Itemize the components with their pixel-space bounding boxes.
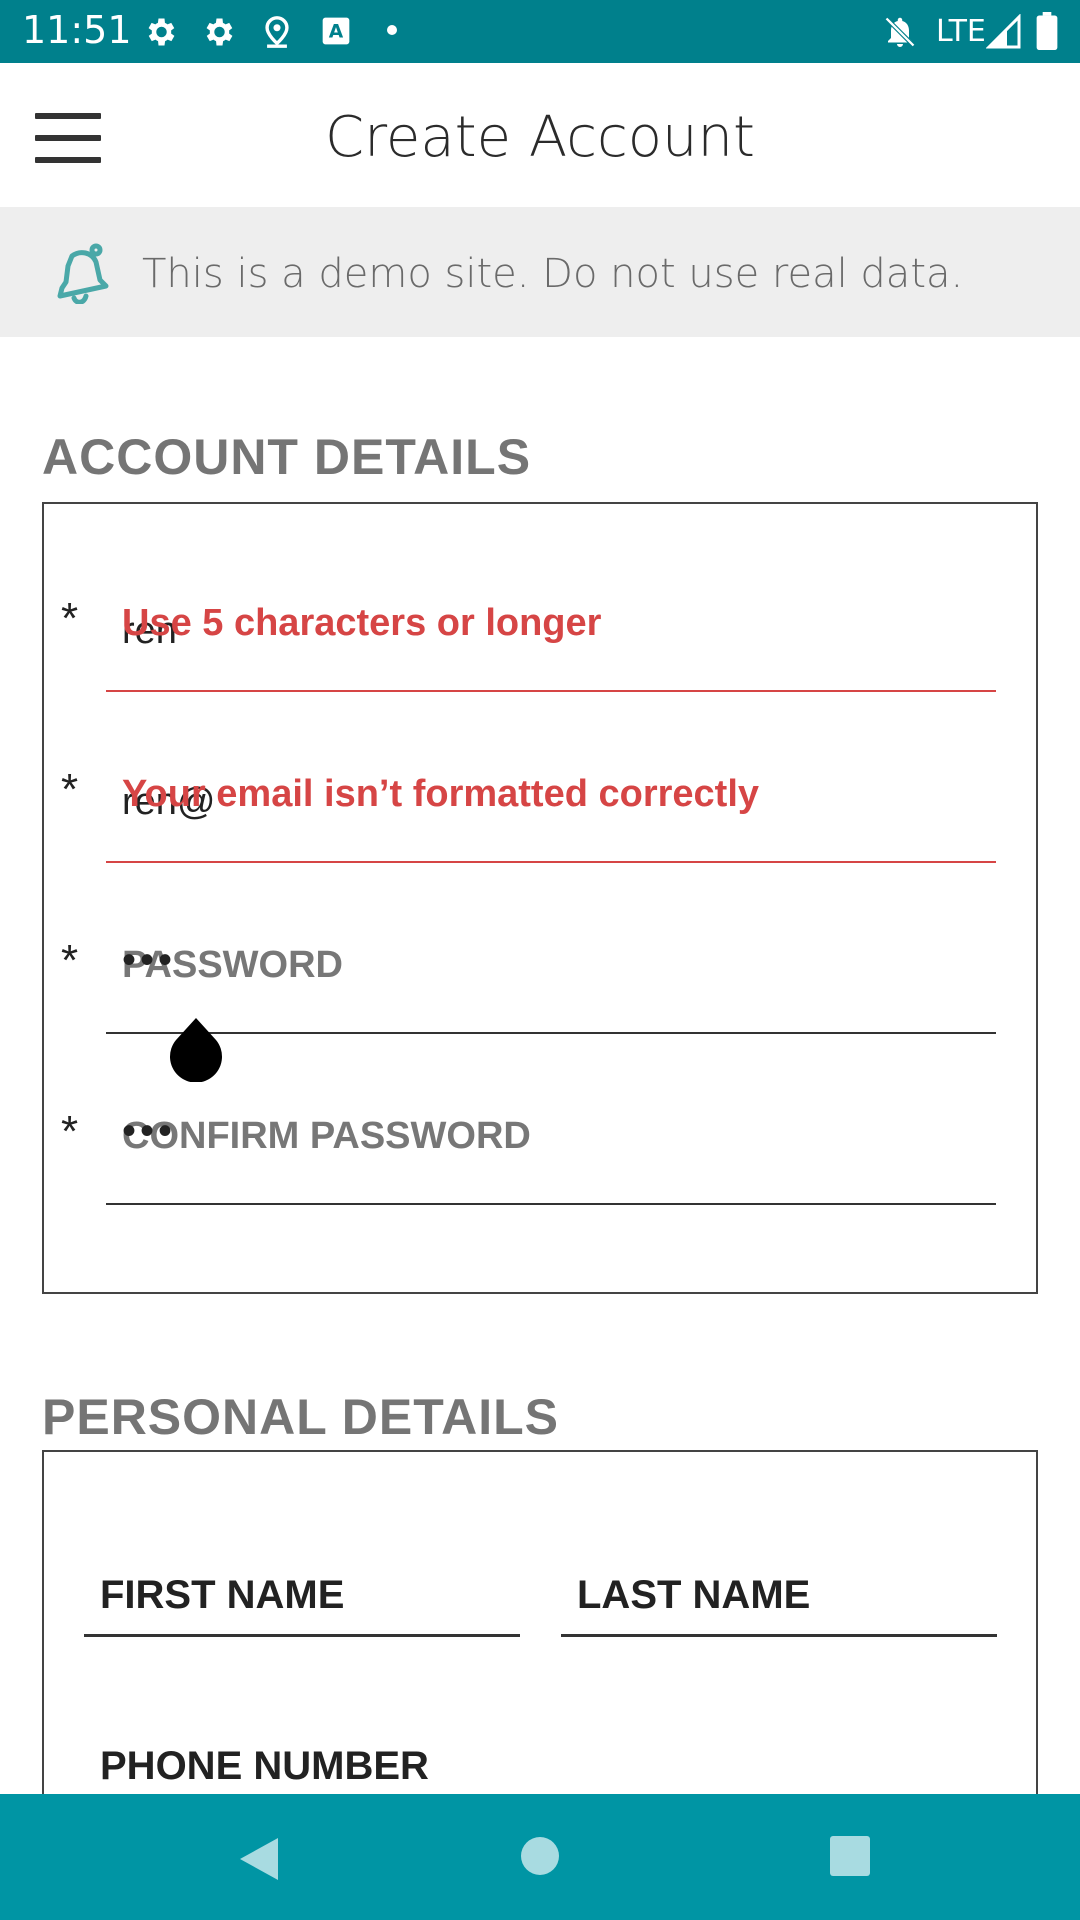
last-name-label: LAST NAME (577, 1573, 811, 1617)
required-marker: * (61, 1107, 79, 1156)
text-app-icon: A (322, 17, 350, 45)
demo-banner: This is a demo site. Do not use real dat… (0, 207, 1080, 337)
phone-number-label: PHONE NUMBER (100, 1744, 429, 1788)
required-marker: * (61, 936, 79, 985)
email-field[interactable]: * ren@ Your email isn’t formatted correc… (61, 763, 996, 863)
account-details-title: ACCOUNT DETAILS (42, 429, 532, 485)
first-name-label: FIRST NAME (100, 1573, 345, 1617)
last-name-field[interactable]: LAST NAME (561, 1557, 997, 1637)
first-name-field[interactable]: FIRST NAME (84, 1557, 520, 1637)
recents-icon[interactable] (830, 1836, 870, 1876)
password-field[interactable]: * PASSWORD ••• (61, 934, 996, 1034)
text-cursor-handle[interactable] (168, 1018, 224, 1082)
first-name-underline (84, 1634, 520, 1637)
username-underline (106, 690, 996, 692)
username-error: Use 5 characters or longer (122, 602, 602, 644)
personal-details-title: PERSONAL DETAILS (42, 1389, 559, 1445)
notifications-off-icon (884, 16, 916, 48)
system-nav-bar (0, 1794, 1080, 1920)
home-icon[interactable] (520, 1836, 560, 1876)
email-underline (106, 861, 996, 863)
username-field[interactable]: * ren Use 5 characters or longer (61, 592, 996, 692)
account-details-box: * ren Use 5 characters or longer * ren@ … (42, 502, 1038, 1294)
settings-icon (148, 18, 175, 46)
battery-icon (1036, 12, 1058, 50)
password-input-value[interactable]: ••• (122, 938, 176, 983)
confirm-password-input-value[interactable]: ••• (122, 1109, 176, 1154)
svg-text:A: A (329, 22, 344, 43)
confirm-password-underline (106, 1203, 996, 1205)
confirm-password-field[interactable]: * CONFIRM PASSWORD ••• (61, 1105, 996, 1205)
confirm-password-label: CONFIRM PASSWORD (122, 1115, 531, 1157)
required-marker: * (61, 765, 79, 814)
last-name-underline (561, 1634, 997, 1637)
page-title: Create Account (325, 105, 755, 170)
required-marker: * (61, 594, 79, 643)
settings-icon (206, 18, 233, 46)
email-error: Your email isn’t formatted correctly (122, 773, 760, 815)
network-type: LTE (936, 14, 986, 49)
bell-icon (57, 243, 109, 304)
app-bar: Create Account (0, 63, 1080, 207)
dot-icon (387, 25, 397, 35)
status-bar: 11:51 A LTE (0, 0, 1080, 63)
location-icon (265, 16, 289, 48)
demo-banner-text: This is a demo site. Do not use real dat… (142, 251, 964, 297)
password-underline (106, 1032, 996, 1034)
status-time: 11:51 (22, 8, 132, 52)
signal-icon (986, 14, 1021, 49)
back-icon[interactable] (238, 1836, 280, 1882)
